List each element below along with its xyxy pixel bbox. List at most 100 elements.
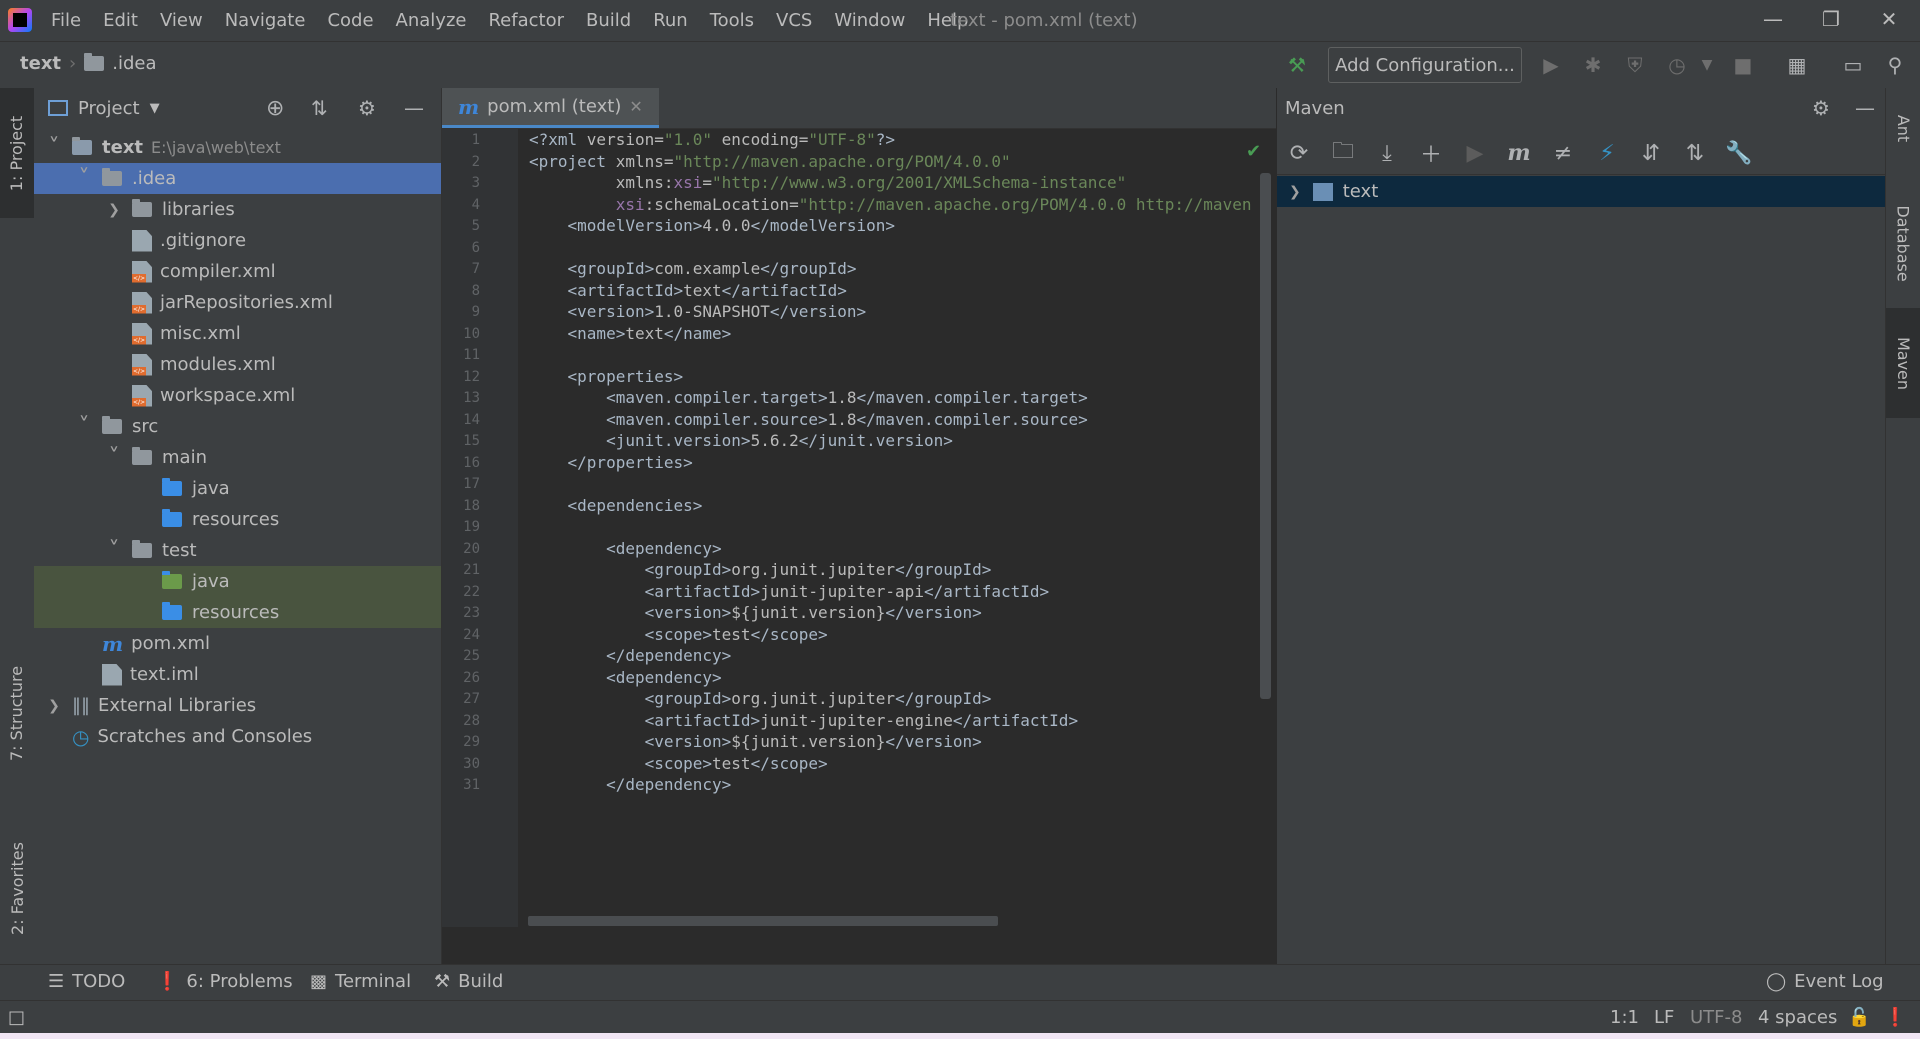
code-editor[interactable]: 1 <?xml version="1.0" encoding="UTF-8"?> 2… [442, 129, 1276, 927]
run-dropdown-icon[interactable]: ▼ [1692, 50, 1722, 80]
menu-edit[interactable]: Edit [92, 10, 149, 31]
tab-database[interactable]: Database [1886, 178, 1920, 308]
horizontal-scrollbar[interactable] [528, 916, 998, 926]
terminal-button[interactable]: ▩ Terminal [310, 971, 411, 992]
menu-file[interactable]: File [40, 10, 92, 31]
error-indicator-icon[interactable]: ❗ [1884, 1007, 1906, 1028]
tab-maven[interactable]: Maven [1886, 308, 1920, 418]
vertical-scrollbar[interactable] [1260, 173, 1271, 699]
event-log-button[interactable]: ◯ Event Log [1766, 971, 1884, 992]
chevron-down-icon[interactable]: ˅ [76, 166, 92, 191]
collapse-all-icon[interactable]: ⇅ [1673, 133, 1717, 173]
wrench-icon[interactable]: 🔧 [1717, 133, 1761, 173]
menu-analyze[interactable]: Analyze [385, 10, 478, 31]
chevron-right-icon[interactable]: ❯ [1289, 184, 1301, 200]
tree-item[interactable]: java [34, 473, 441, 504]
menu-tools[interactable]: Tools [699, 10, 765, 31]
tree-item[interactable]: ˅ test [34, 535, 441, 566]
caret-position[interactable]: 1:1 [1610, 1007, 1639, 1028]
minimize-icon[interactable]: — [1744, 0, 1802, 38]
menu-code[interactable]: Code [316, 10, 384, 31]
menu-vcs[interactable]: VCS [765, 10, 823, 31]
maven-project-row[interactable]: ❯ text [1277, 176, 1885, 207]
tool-windows-toggle-icon[interactable]: □ [8, 1007, 25, 1028]
problems-button[interactable]: ❗ 6: Problems [156, 971, 293, 992]
presentation-icon[interactable]: ▭ [1838, 50, 1868, 80]
menu-view[interactable]: View [149, 10, 214, 31]
build-button[interactable]: ⚒ Build [434, 971, 503, 992]
indent-setting[interactable]: 4 spaces [1758, 1007, 1837, 1028]
tree-item[interactable]: misc.xml [34, 318, 441, 349]
tree-item[interactable]: m pom.xml [34, 628, 441, 659]
stop-icon[interactable]: ■ [1728, 50, 1758, 80]
tree-item[interactable]: ˅ src [34, 411, 441, 442]
menu-build[interactable]: Build [575, 10, 642, 31]
menu-refactor[interactable]: Refactor [477, 10, 575, 31]
tree-item[interactable]: ˅ text E:\java\web\text [34, 132, 441, 163]
tree-item[interactable]: ❯ ‖‖ External Libraries [34, 690, 441, 721]
tree-item[interactable]: java [34, 566, 441, 597]
tree-item[interactable]: ˅ main [34, 442, 441, 473]
breadcrumb-folder[interactable]: .idea [112, 53, 156, 74]
download-icon[interactable]: ⤓ [1365, 133, 1409, 173]
tree-item[interactable]: resources [34, 597, 441, 628]
tree-item[interactable]: ❯ libraries [34, 194, 441, 225]
menu-navigate[interactable]: Navigate [214, 10, 317, 31]
todo-button[interactable]: ☰ TODO [48, 971, 125, 992]
coverage-icon[interactable]: ⛨ [1620, 50, 1650, 80]
execute-goal-icon[interactable]: m [1497, 133, 1541, 173]
tab-ant[interactable]: Ant [1886, 88, 1920, 168]
debug-icon[interactable]: ✱ [1578, 50, 1608, 80]
close-icon[interactable]: ✕ [1860, 0, 1918, 38]
chevron-down-icon[interactable]: ▼ [150, 101, 160, 116]
collapse-all-icon[interactable]: ⇅ [311, 96, 328, 120]
expand-all-icon[interactable]: ⇵ [1629, 133, 1673, 173]
project-view-selector[interactable]: Project [78, 98, 140, 119]
line-separator[interactable]: LF [1654, 1007, 1674, 1028]
search-icon[interactable]: ⚲ [1880, 50, 1910, 80]
offline-mode-icon[interactable]: ⚡ [1585, 133, 1629, 173]
chevron-down-icon[interactable]: ˅ [106, 538, 122, 563]
tab-project[interactable]: 1: Project [0, 88, 34, 218]
tab-pom-xml[interactable]: m pom.xml (text) ✕ [442, 88, 659, 128]
skip-tests-icon[interactable]: ≠ [1541, 133, 1585, 173]
tab-favorites[interactable]: 2: Favorites [0, 828, 34, 948]
close-tab-icon[interactable]: ✕ [629, 97, 642, 116]
add-icon[interactable]: ＋ [1409, 133, 1453, 173]
run-icon[interactable]: ▶ [1453, 133, 1497, 173]
tree-item[interactable]: text.iml [34, 659, 441, 690]
tree-item[interactable]: workspace.xml [34, 380, 441, 411]
maven-toolbar: ⟳ 🗀 ⤓ ＋ ▶ m ≠ ⚡ ⇵ ⇅ 🔧 [1277, 132, 1885, 175]
add-folder-icon[interactable]: 🗀 [1321, 133, 1365, 173]
menu-window[interactable]: Window [823, 10, 916, 31]
tab-structure[interactable]: 7: Structure [0, 648, 34, 778]
reload-icon[interactable]: ⟳ [1277, 133, 1321, 173]
chevron-right-icon[interactable]: ❯ [46, 698, 62, 714]
chevron-right-icon[interactable]: ❯ [106, 202, 122, 218]
menu-run[interactable]: Run [642, 10, 699, 31]
tree-item[interactable]: .gitignore [34, 225, 441, 256]
tree-item[interactable]: ◷ Scratches and Consoles [34, 721, 441, 752]
build-hammer-icon[interactable]: ⚒ [1282, 50, 1312, 80]
tree-item[interactable]: modules.xml [34, 349, 441, 380]
restore-icon[interactable]: ❐ [1802, 0, 1860, 38]
file-encoding[interactable]: UTF-8 [1690, 1007, 1742, 1028]
project-structure-icon[interactable]: ▦ [1782, 50, 1812, 80]
hide-panel-icon[interactable]: — [1855, 96, 1875, 120]
locate-icon[interactable]: ⊕ [266, 96, 284, 121]
hide-panel-icon[interactable]: — [404, 96, 424, 120]
lock-icon[interactable]: 🔓 [1848, 1007, 1870, 1028]
chevron-down-icon[interactable]: ˅ [46, 135, 62, 160]
tree-item[interactable]: compiler.xml [34, 256, 441, 287]
chevron-down-icon[interactable]: ˅ [76, 414, 92, 439]
run-icon[interactable]: ▶ [1536, 50, 1566, 80]
gear-icon[interactable]: ⚙ [1812, 96, 1830, 120]
chevron-down-icon[interactable]: ˅ [106, 445, 122, 470]
breadcrumb-project[interactable]: text [20, 53, 61, 74]
profile-icon[interactable]: ◷ [1662, 50, 1692, 80]
tree-item[interactable]: ˅ .idea [34, 163, 441, 194]
gear-icon[interactable]: ⚙ [358, 96, 376, 120]
add-configuration-button[interactable]: Add Configuration... [1328, 47, 1522, 83]
tree-item[interactable]: jarRepositories.xml [34, 287, 441, 318]
tree-item[interactable]: resources [34, 504, 441, 535]
